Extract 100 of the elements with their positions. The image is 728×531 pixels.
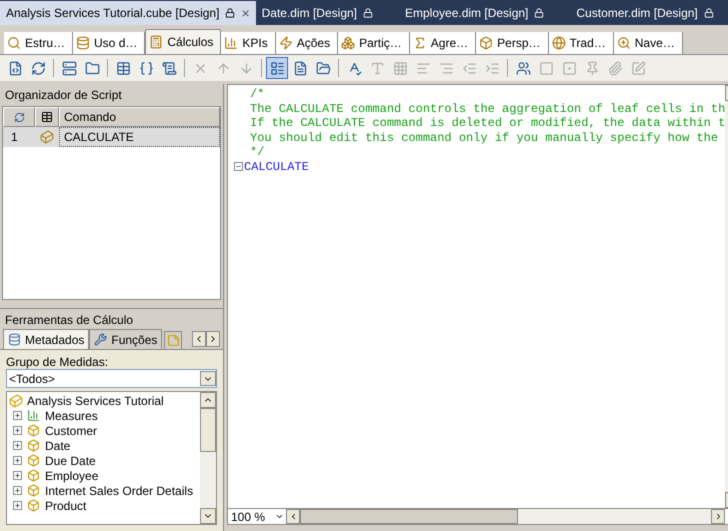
scroll-icon (162, 60, 176, 76)
designer-tab[interactable]: Trad… (548, 32, 614, 54)
column-header[interactable]: Comando (59, 107, 220, 127)
tool-tab[interactable]: Metadados (3, 329, 90, 349)
zoom-dropdown[interactable]: 100 % (228, 509, 286, 524)
list-icon (270, 60, 284, 76)
bars-icon (27, 409, 40, 422)
square-icon (538, 60, 554, 76)
tree-item[interactable]: Date (9, 438, 200, 453)
measure-group-dropdown[interactable]: <Todos> (6, 369, 217, 388)
tree-item[interactable]: Due Date (9, 453, 200, 468)
braces-icon (138, 60, 154, 76)
document-tab[interactable]: Customer.dim [Design] (570, 1, 720, 25)
tree-item[interactable]: Analysis Services Tutorial (9, 393, 200, 408)
designer-tab-label: Uso d… (94, 35, 138, 52)
designer-tab[interactable]: Partiç… (338, 32, 410, 54)
document-tab[interactable]: Analysis Services Tutorial.cube [Design] × (0, 1, 256, 25)
indent-icon (484, 60, 500, 76)
align-right-icon (438, 60, 454, 76)
lock-icon (534, 8, 544, 18)
lock-icon (363, 8, 373, 18)
dimension-cube-icon (27, 424, 40, 437)
cube-icon (9, 394, 23, 408)
document-tab-label: Analysis Services Tutorial.cube [Design] (6, 5, 220, 22)
expander-icon[interactable] (13, 456, 22, 465)
lock-icon (225, 8, 236, 18)
bars-icon (224, 36, 238, 50)
calculator-icon (149, 35, 164, 49)
designer-tab-label: KPIs (242, 35, 269, 52)
database-icon (76, 36, 90, 50)
expander-icon[interactable] (13, 486, 22, 495)
tree-item[interactable]: Product (9, 498, 200, 513)
tool-tab[interactable]: Funções (89, 329, 162, 349)
toolbar-button[interactable] (266, 57, 288, 79)
edit-icon (630, 60, 646, 76)
bolt-icon (278, 36, 293, 50)
code-comment: If the CALCULATE command is deleted or modified, the data within t (249, 116, 726, 130)
code-comment: */ (249, 145, 264, 160)
expander-icon[interactable] (13, 471, 22, 480)
designer-tab[interactable]: KPIs (221, 32, 276, 54)
dimension-cube-icon (27, 499, 40, 512)
designer-tab[interactable]: Uso d… (73, 32, 146, 54)
collapse-icon[interactable] (234, 162, 243, 172)
document-tab-label: Customer.dim [Design] (576, 5, 698, 22)
folder-icon (84, 60, 100, 76)
globe-icon (552, 36, 566, 50)
tree-item[interactable]: Internet Sales Order Details (9, 483, 200, 498)
expander-icon[interactable] (13, 426, 22, 435)
designer-tab[interactable]: Persp… (476, 32, 549, 54)
paperclip-icon (608, 60, 622, 76)
expander-icon[interactable] (13, 441, 22, 450)
tree-item[interactable]: Measures (9, 408, 200, 423)
designer-tab[interactable]: Ações (276, 32, 338, 54)
scroll-left-button[interactable] (192, 331, 206, 347)
pin-icon (584, 60, 600, 76)
field-label: Grupo de Medidas: (6, 354, 110, 369)
document-icon (292, 60, 308, 76)
column-header[interactable] (3, 107, 35, 127)
document-tab[interactable]: Date.dim [Design] (256, 1, 379, 25)
code-comment: /* (249, 87, 264, 102)
lock-icon (704, 8, 714, 18)
boxes-icon (341, 36, 356, 50)
designer-tab-label: Partiç… (359, 35, 403, 52)
magnifier-icon (7, 36, 21, 50)
document-tab[interactable]: Employee.dim [Design] (399, 1, 550, 25)
panel-title: Organizador de Script (4, 87, 123, 104)
zoom-icon (616, 36, 631, 50)
designer-tab[interactable]: Nave… (614, 32, 683, 54)
close-button[interactable]: × (241, 2, 250, 24)
expander-icon[interactable] (13, 411, 22, 420)
script-row[interactable]: 1 CALCULATE (3, 127, 220, 147)
folder-icon (316, 60, 330, 76)
tree-item[interactable]: Customer (9, 423, 200, 438)
table-icon (41, 111, 53, 123)
designer-tab[interactable]: Estru… (4, 32, 74, 54)
dimension-cube-icon (27, 439, 40, 452)
code-comment: The CALCULATE command controls the aggregation of leaf cells in th (249, 102, 726, 116)
designer-tab[interactable]: Cálculos (145, 29, 222, 54)
expander-icon[interactable] (13, 501, 22, 510)
refresh-icon (14, 112, 24, 122)
down-arrow-icon (238, 60, 254, 76)
designer-tab[interactable]: Agre… (410, 32, 476, 54)
cube-icon (40, 130, 54, 144)
align-left-icon (416, 60, 430, 76)
cube-icon (479, 36, 494, 50)
grid-icon (392, 60, 408, 76)
tree-item[interactable]: Employee (9, 468, 200, 483)
scroll-right-button[interactable] (206, 331, 220, 347)
horizontal-scrollbar[interactable] (286, 509, 726, 524)
designer-tab-label: Agre… (430, 35, 470, 52)
vertical-scrollbar[interactable] (200, 392, 216, 524)
database-icon (8, 333, 21, 346)
designer-tab-label: Persp… (497, 35, 542, 52)
script-icon (8, 60, 22, 76)
code-comment: You should edit this command only if you manually specify how the (249, 130, 718, 145)
column-header[interactable] (35, 107, 59, 127)
document-tab-label: Employee.dim [Design] (405, 5, 528, 22)
table-icon (116, 60, 130, 76)
users-icon (516, 60, 530, 76)
code-keyword: CALCULATE (244, 160, 309, 174)
